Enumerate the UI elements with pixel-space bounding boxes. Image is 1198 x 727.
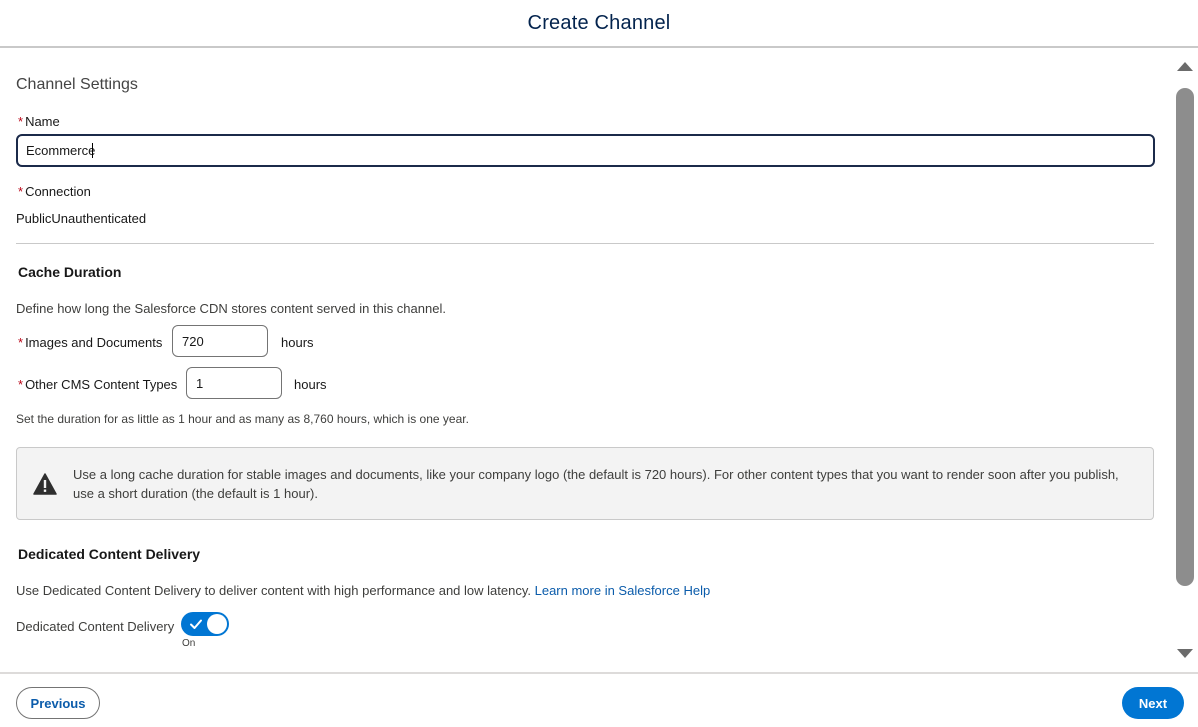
name-input[interactable] bbox=[16, 134, 1155, 167]
toggle-knob bbox=[207, 614, 227, 634]
cache-duration-heading: Cache Duration bbox=[18, 264, 122, 280]
create-channel-modal: Create Channel Channel Settings *Name *C… bbox=[0, 0, 1198, 727]
modal-header: Create Channel bbox=[0, 0, 1198, 48]
vertical-scrollbar[interactable] bbox=[1172, 50, 1198, 672]
cache-duration-description: Define how long the Salesforce CDN store… bbox=[16, 301, 446, 316]
duration-help-text: Set the duration for as little as 1 hour… bbox=[16, 412, 469, 426]
scroll-up-arrow-icon[interactable] bbox=[1176, 60, 1194, 72]
alert-text: Use a long cache duration for stable ima… bbox=[73, 467, 1119, 501]
toggle-state-text: On bbox=[182, 638, 196, 649]
required-marker: * bbox=[18, 377, 24, 392]
section-divider bbox=[16, 243, 1154, 244]
scroll-down-arrow-icon[interactable] bbox=[1176, 648, 1194, 660]
modal-body[interactable]: Channel Settings *Name *Connection Publi… bbox=[0, 50, 1170, 672]
other-cms-unit: hours bbox=[294, 377, 327, 392]
name-label: * Name bbox=[18, 114, 60, 129]
previous-button[interactable]: Previous bbox=[16, 687, 100, 719]
images-documents-unit: hours bbox=[281, 335, 314, 350]
other-cms-label: * Other CMS Content Types bbox=[18, 377, 178, 392]
connection-label: * Connection bbox=[18, 184, 91, 199]
images-documents-label: * Images and Documents bbox=[18, 335, 163, 350]
dedicated-delivery-toggle[interactable] bbox=[181, 612, 229, 636]
modal-title: Create Channel bbox=[527, 11, 671, 34]
dedicated-delivery-heading: Dedicated Content Delivery bbox=[18, 546, 201, 562]
required-marker: * bbox=[18, 184, 24, 199]
dedicated-delivery-description: Use Dedicated Content Delivery to delive… bbox=[16, 583, 711, 598]
warning-icon bbox=[33, 473, 57, 495]
scrollbar-thumb[interactable] bbox=[1176, 88, 1194, 586]
learn-more-link[interactable]: Learn more in Salesforce Help bbox=[535, 583, 711, 598]
dedicated-delivery-toggle-label: Dedicated Content Delivery bbox=[16, 619, 175, 634]
required-marker: * bbox=[18, 114, 24, 129]
modal-footer: Previous Next bbox=[0, 672, 1198, 727]
text-cursor bbox=[92, 143, 93, 158]
next-button[interactable]: Next bbox=[1122, 687, 1184, 719]
other-cms-hours-input[interactable] bbox=[186, 367, 282, 399]
cache-duration-alert: Use a long cache duration for stable ima… bbox=[16, 447, 1154, 520]
required-marker: * bbox=[18, 335, 24, 350]
section-title-channel-settings: Channel Settings bbox=[16, 76, 138, 93]
images-documents-hours-input[interactable] bbox=[172, 325, 268, 357]
connection-value: PublicUnauthenticated bbox=[16, 211, 147, 226]
checkmark-icon bbox=[190, 619, 202, 629]
